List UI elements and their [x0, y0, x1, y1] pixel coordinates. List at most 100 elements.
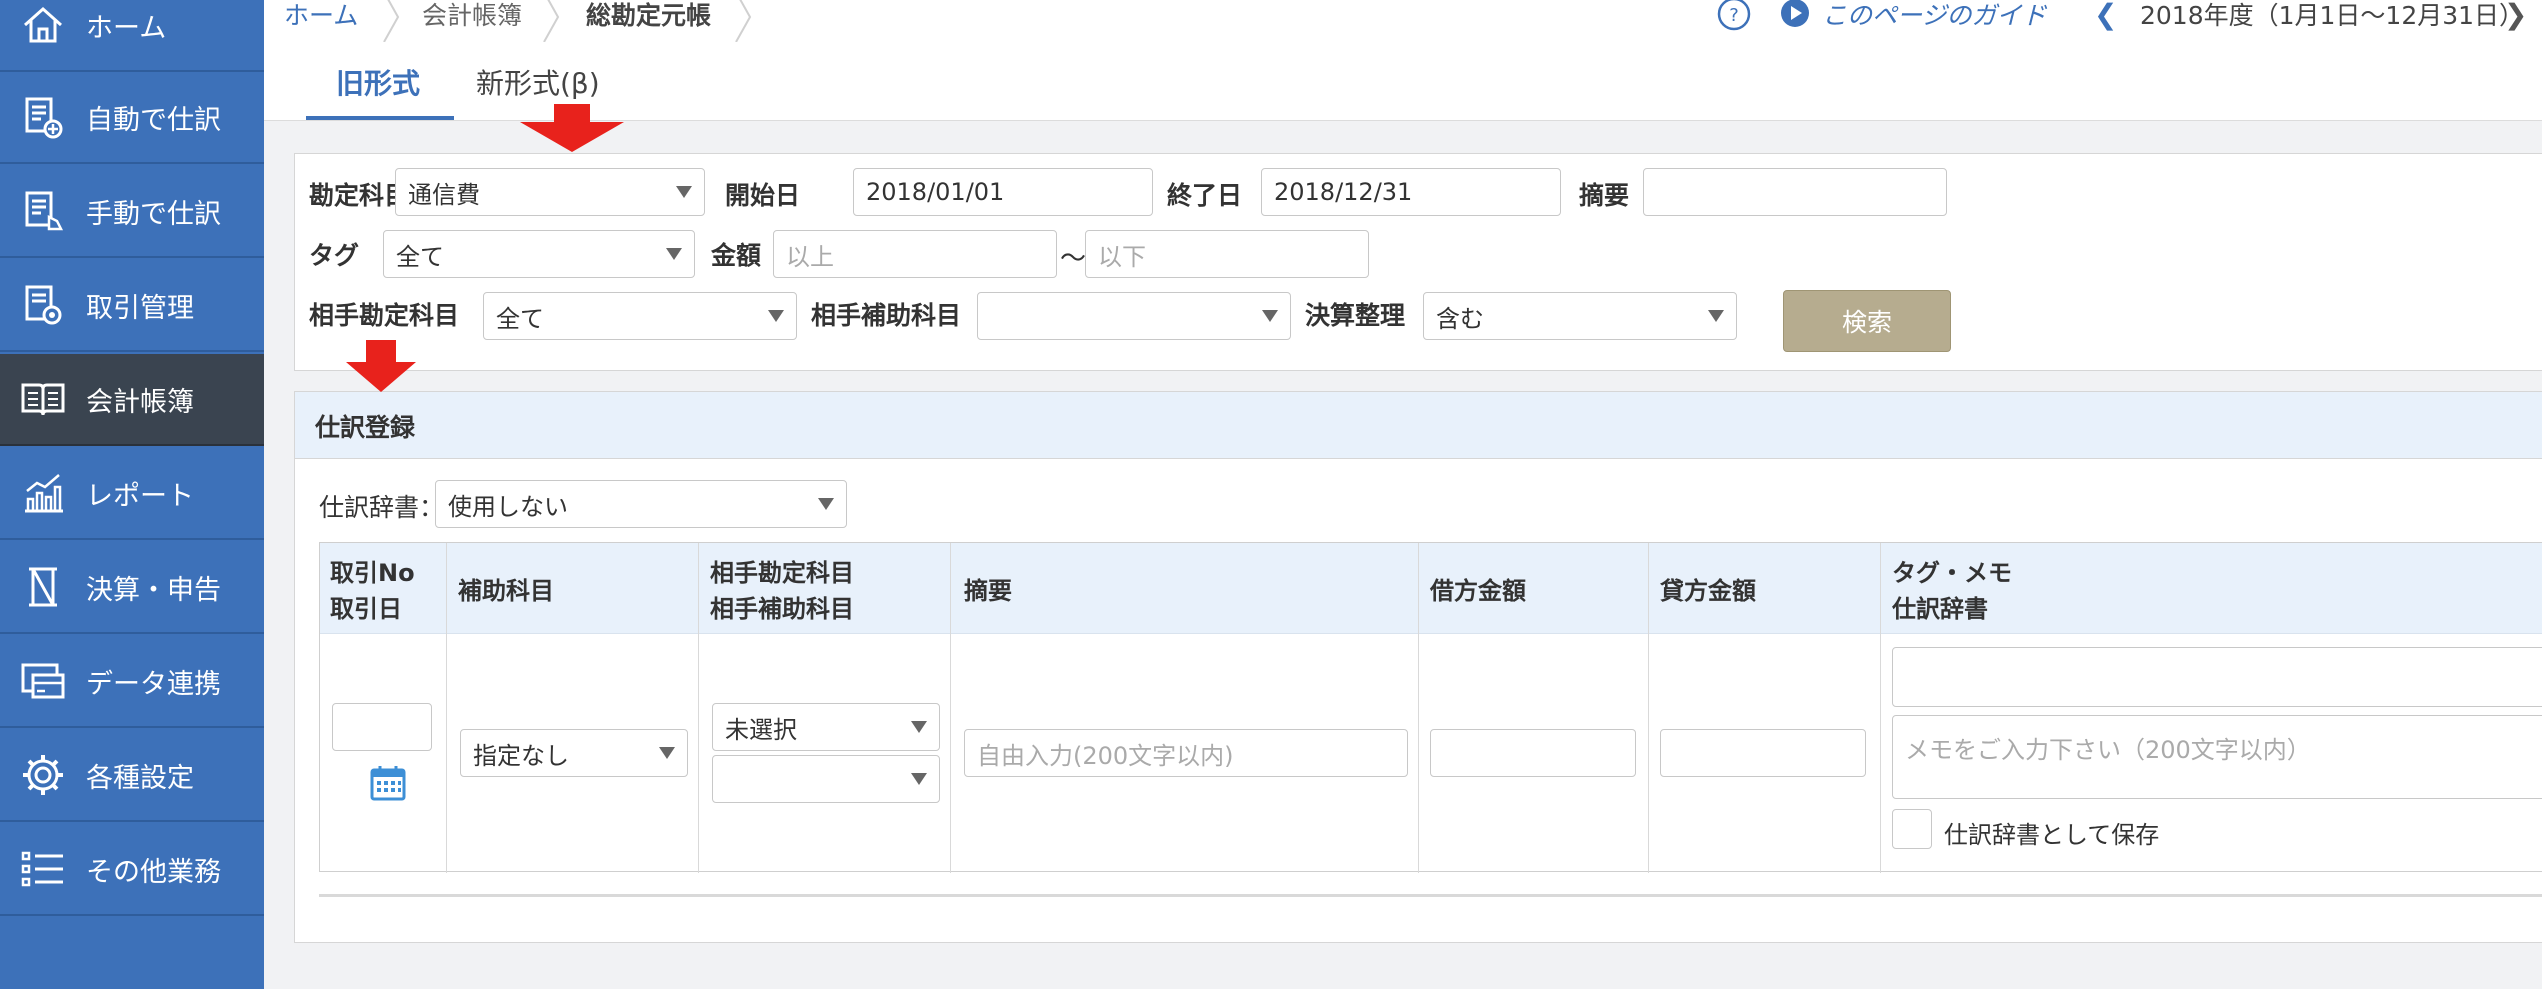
sidebar-item-label: 各種設定	[86, 762, 194, 794]
sidebar-item-label: 取引管理	[86, 292, 194, 324]
search-panel: 勘定科目 通信費 開始日 2018/01/01 終了日 2018/12/31 摘…	[294, 153, 2542, 371]
column-divider	[1418, 543, 1419, 873]
book-icon	[0, 369, 86, 429]
tag-select[interactable]: 全て	[383, 230, 695, 278]
sidebar-item-reports[interactable]: レポート	[0, 448, 264, 540]
svg-text:?: ?	[1729, 5, 1739, 26]
save-dictionary-checkbox[interactable]	[1892, 809, 1932, 849]
sidebar-item-manual-journal[interactable]: 手動で仕訳	[0, 166, 264, 258]
list-icon	[0, 839, 86, 899]
chevron-right-icon[interactable]: ❯	[2504, 0, 2527, 31]
column-header: 相手勘定科目 相手補助科目	[710, 559, 854, 623]
play-guide-icon[interactable]	[1780, 0, 1810, 28]
entry-table: 取引No 取引日 補助科目 相手勘定科目 相手補助科目 摘要 借方金額 貸方金額 タ…	[319, 542, 2542, 873]
start-date-label: 開始日	[725, 181, 801, 210]
column-divider	[1648, 543, 1649, 873]
table-bottom-border	[319, 894, 2542, 897]
amount-min-input[interactable]: 以上	[773, 230, 1057, 278]
sidebar-item-transactions[interactable]: 取引管理	[0, 260, 264, 352]
chevron-down-icon	[1262, 310, 1278, 322]
sidebar-item-label: その他業務	[86, 856, 221, 888]
gear-icon	[0, 745, 86, 805]
sidebar-item-home[interactable]: ホーム	[0, 0, 264, 72]
calendar-icon[interactable]	[368, 763, 408, 803]
sidebar-item-label: レポート	[86, 480, 194, 512]
top-bar: ホーム 会計帳簿 総勘定元帳 ? このページのガイド ❮ 2018年度（1月1日…	[264, 0, 2542, 47]
counter-account-entry-select[interactable]: 未選択	[712, 703, 940, 751]
debit-amount-input[interactable]	[1430, 729, 1636, 777]
chevron-left-icon[interactable]: ❮	[2094, 0, 2117, 31]
entry-header: 仕訳登録	[295, 392, 2542, 459]
main-content: ホーム 会計帳簿 総勘定元帳 ? このページのガイド ❮ 2018年度（1月1日…	[264, 0, 2542, 989]
breadcrumb-books[interactable]: 会計帳簿	[422, 0, 522, 32]
settlement-icon	[0, 557, 86, 617]
chevron-down-icon	[659, 747, 675, 759]
sidebar-item-label: 自動で仕訳	[86, 104, 221, 136]
breadcrumb-separator-icon	[383, 0, 400, 42]
start-date-input[interactable]: 2018/01/01	[853, 168, 1153, 216]
annotation-arrow-down-icon	[520, 104, 624, 152]
tab-new-format[interactable]: 新形式(β)	[476, 62, 600, 102]
table-header: 取引No 取引日 補助科目 相手勘定科目 相手補助科目 摘要 借方金額 貸方金額 タ…	[320, 543, 2542, 634]
memo-input[interactable]	[1643, 168, 1947, 216]
journal-dictionary-select[interactable]: 使用しない	[435, 480, 847, 528]
amount-range-tilde: 〜	[1060, 244, 1087, 274]
home-icon	[0, 0, 86, 55]
report-chart-icon	[0, 463, 86, 523]
tab-old-format[interactable]: 旧形式	[336, 62, 420, 102]
page-guide-link[interactable]: このページのガイド	[1822, 0, 2047, 32]
sub-account-select[interactable]: 指定なし	[460, 729, 688, 777]
amount-max-input[interactable]: 以下	[1085, 230, 1369, 278]
counter-sub-account-select[interactable]	[977, 292, 1291, 340]
manual-journal-icon	[0, 181, 86, 241]
note-textarea[interactable]: メモをご入力下さい（200文字以内）	[1892, 715, 2542, 799]
sidebar-item-settings[interactable]: 各種設定	[0, 730, 264, 822]
chevron-down-icon	[768, 310, 784, 322]
transaction-no-input[interactable]	[332, 703, 432, 751]
counter-account-select[interactable]: 全て	[483, 292, 797, 340]
sidebar: ホーム 自動で仕訳 手動で仕訳 取引管理 会計帳簿 レポート 決算・申告 データ…	[0, 0, 264, 989]
help-icon[interactable]: ?	[1716, 0, 1752, 32]
sidebar-item-settlement[interactable]: 決算・申告	[0, 542, 264, 634]
credit-amount-input[interactable]	[1660, 729, 1866, 777]
counter-sub-account-label: 相手補助科目	[811, 301, 962, 330]
search-button[interactable]: 検索	[1783, 290, 1951, 352]
counter-sub-account-entry-select[interactable]	[712, 755, 940, 803]
chevron-down-icon	[911, 773, 927, 785]
tag-input[interactable]	[1892, 647, 2542, 707]
amount-label: 金額	[711, 241, 762, 270]
end-date-input[interactable]: 2018/12/31	[1261, 168, 1561, 216]
transaction-icon	[0, 275, 86, 335]
journal-dictionary-label: 仕訳辞書：	[319, 493, 445, 522]
end-date-label: 終了日	[1167, 181, 1243, 210]
journal-entry-panel: 仕訳登録 仕訳辞書： 使用しない 取引No 取引日 補助科目 相手勘定科目 相手補助…	[294, 391, 2542, 943]
account-select[interactable]: 通信費	[395, 168, 705, 216]
sidebar-item-label: 決算・申告	[86, 574, 221, 606]
breadcrumb-separator-icon	[735, 0, 752, 42]
chevron-down-icon	[676, 186, 692, 198]
description-input[interactable]: 自由入力(200文字以内)	[964, 729, 1408, 777]
sidebar-item-label: データ連携	[86, 668, 221, 700]
chevron-down-icon	[818, 498, 834, 510]
sidebar-item-books[interactable]: 会計帳簿	[0, 354, 264, 446]
save-dictionary-label: 仕訳辞書として保存	[1944, 821, 2160, 849]
column-header: 貸方金額	[1660, 577, 1756, 605]
column-header: 取引No 取引日	[330, 559, 415, 623]
column-header: 補助科目	[458, 577, 554, 605]
sidebar-item-data-link[interactable]: データ連携	[0, 636, 264, 728]
column-divider	[950, 543, 951, 873]
entry-title: 仕訳登録	[315, 413, 416, 442]
column-header: タグ・メモ 仕訳辞書	[1892, 559, 2012, 623]
sidebar-item-label: 会計帳簿	[86, 386, 194, 418]
auto-journal-icon	[0, 87, 86, 147]
sidebar-item-auto-journal[interactable]: 自動で仕訳	[0, 72, 264, 164]
annotation-arrow-down-icon	[346, 340, 416, 392]
active-tab-indicator	[306, 116, 454, 120]
sidebar-item-other[interactable]: その他業務	[0, 824, 264, 916]
chevron-down-icon	[666, 248, 682, 260]
column-divider	[446, 543, 447, 873]
breadcrumb-home[interactable]: ホーム	[284, 0, 358, 32]
breadcrumb-separator-icon	[543, 0, 560, 42]
data-link-icon	[0, 651, 86, 711]
closing-adjustment-select[interactable]: 含む	[1423, 292, 1737, 340]
